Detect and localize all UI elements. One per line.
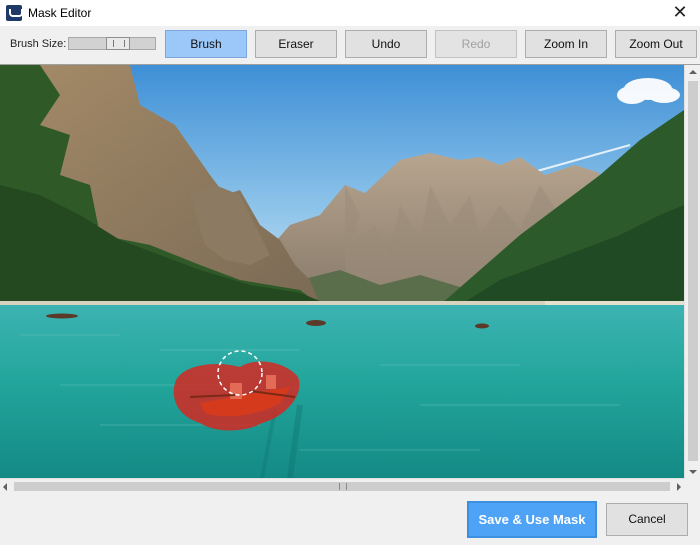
lake-photo bbox=[0, 65, 684, 478]
mask-canvas-frame bbox=[0, 64, 700, 493]
scroll-up-icon[interactable] bbox=[689, 70, 697, 74]
eraser-button[interactable]: Eraser bbox=[255, 30, 337, 58]
toolbar: Brush Size: Brush Eraser Undo Redo Zoom … bbox=[0, 26, 700, 62]
brush-size-label: Brush Size: bbox=[10, 38, 67, 50]
window-title: Mask Editor bbox=[28, 6, 92, 20]
scroll-down-icon[interactable] bbox=[689, 470, 697, 474]
distant-boat bbox=[46, 313, 78, 319]
distant-boat bbox=[306, 320, 326, 326]
app-icon bbox=[6, 5, 23, 21]
vertical-scroll-thumb[interactable] bbox=[688, 81, 698, 461]
scroll-right-icon[interactable] bbox=[677, 483, 681, 491]
scroll-left-icon[interactable] bbox=[3, 483, 7, 491]
horizontal-scrollbar[interactable] bbox=[0, 478, 684, 493]
redo-button[interactable]: Redo bbox=[435, 30, 517, 58]
horizontal-scroll-thumb[interactable] bbox=[14, 482, 670, 491]
brush-size-slider-thumb[interactable] bbox=[106, 37, 130, 50]
mask-canvas[interactable] bbox=[0, 65, 684, 478]
title-bar: Mask Editor ✕ bbox=[0, 0, 700, 26]
zoom-in-button[interactable]: Zoom In bbox=[525, 30, 607, 58]
cancel-button[interactable]: Cancel bbox=[606, 503, 688, 536]
distant-boat bbox=[475, 323, 489, 329]
action-bar: Save & Use Mask Cancel bbox=[0, 492, 700, 545]
vertical-scrollbar[interactable] bbox=[684, 65, 700, 478]
undo-button[interactable]: Undo bbox=[345, 30, 427, 58]
brush-size-slider[interactable] bbox=[68, 37, 156, 50]
zoom-out-button[interactable]: Zoom Out bbox=[615, 30, 697, 58]
close-icon[interactable]: ✕ bbox=[660, 0, 700, 26]
scrollbar-corner bbox=[684, 478, 700, 493]
save-and-use-mask-button[interactable]: Save & Use Mask bbox=[467, 501, 597, 538]
brush-button[interactable]: Brush bbox=[165, 30, 247, 58]
